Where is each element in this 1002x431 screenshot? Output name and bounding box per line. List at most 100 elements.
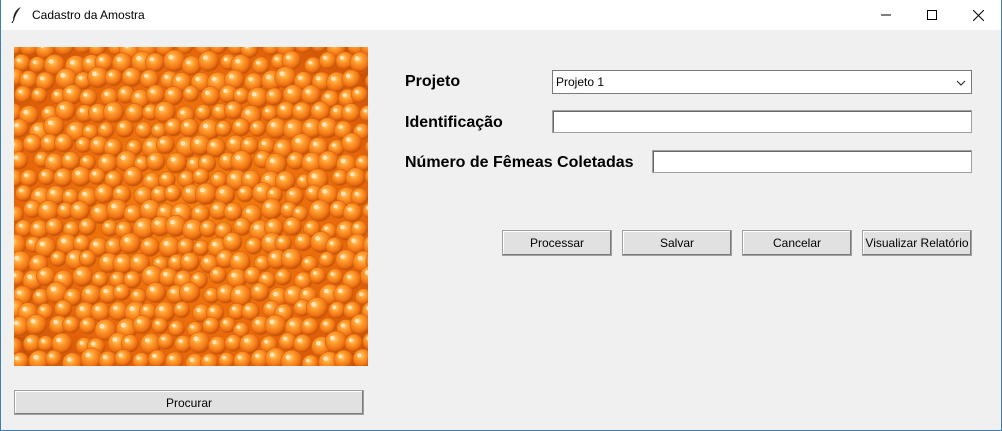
projeto-combobox[interactable]: Projeto 1 [552,70,972,94]
browse-button[interactable]: Procurar [14,390,364,415]
roe-egg-highlight [268,222,273,227]
roe-egg-highlight [129,107,134,112]
roe-egg [37,168,56,186]
roe-egg-highlight [212,340,217,345]
roe-egg-highlight [61,238,66,243]
roe-egg-highlight [158,106,164,111]
title-bar[interactable]: Cadastro da Amostra [1,0,1001,30]
roe-egg-highlight [129,306,135,311]
roe-egg-highlight [14,255,20,261]
roe-egg-highlight [325,94,330,98]
roe-egg-highlight [161,336,165,341]
roe-egg-highlight [245,109,250,115]
roe-egg-highlight [237,221,241,226]
roe-egg-highlight [181,174,186,178]
roe-egg-highlight [116,189,121,194]
roe-egg [209,266,227,284]
roe-egg-highlight [180,110,185,115]
roe-egg-highlight [27,204,32,208]
roe-egg [148,349,167,366]
roe-egg-highlight [183,122,189,127]
roe-egg-highlight [48,157,54,162]
roe-egg-highlight [171,258,176,262]
roe-egg-highlight [271,253,276,259]
maximize-button[interactable] [909,0,955,30]
roe-egg-highlight [50,190,55,195]
roe-egg-highlight [124,237,129,243]
roe-egg-highlight [296,106,301,111]
roe-egg-highlight [240,188,245,193]
roe-egg-highlight [57,274,63,279]
roe-egg-highlight [133,292,138,296]
roe-egg-highlight [28,239,33,244]
roe-egg [70,166,92,188]
roe-egg-highlight [228,74,234,79]
roe-egg-highlight [253,123,257,128]
roe-egg-highlight [302,290,307,295]
roe-egg-highlight [297,303,302,307]
roe-egg-highlight [189,159,194,164]
roe-egg-highlight [278,272,283,276]
close-button[interactable] [955,0,1001,30]
roe-egg [300,317,319,336]
roe-egg-highlight [199,187,205,193]
roe-egg-highlight [118,353,123,358]
roe-egg-highlight [287,89,292,94]
roe-egg-highlight [235,289,240,295]
roe-egg-highlight [53,319,58,325]
roe-egg-highlight [345,107,350,112]
roe-egg-highlight [146,176,151,181]
cancelar-button[interactable]: Cancelar [742,230,852,256]
roe-egg-highlight [41,172,46,176]
roe-egg-highlight [95,274,99,279]
roe-egg-highlight [163,272,168,277]
roe-egg [132,315,152,335]
roe-egg-highlight [221,355,226,360]
roe-egg-highlight [322,155,328,160]
roe-egg-highlight [278,307,283,312]
roe-egg-highlight [203,223,208,228]
roe-egg-highlight [287,221,292,226]
roe-egg-highlight [269,319,275,325]
roe-egg-highlight [75,170,80,176]
roe-egg-highlight [92,107,97,112]
roe-egg [324,330,348,354]
roe-egg-highlight [204,357,209,361]
visualizar-relatorio-button[interactable]: Visualizar Relatório [862,230,972,256]
roe-egg-highlight [262,275,266,279]
roe-egg-highlight [323,321,327,326]
roe-egg-highlight [245,306,250,311]
femeas-field[interactable] [652,150,972,173]
roe-egg-highlight [78,75,83,80]
roe-egg-highlight [266,304,271,308]
roe-egg-highlight [231,272,236,278]
roe-egg-highlight [82,253,87,258]
roe-egg-highlight [279,175,284,180]
roe-egg-highlight [229,139,235,144]
roe-egg-highlight [60,205,65,210]
roe-egg-highlight [54,91,58,96]
roe-egg-highlight [133,257,139,262]
roe-egg-highlight [196,243,200,247]
roe-egg-highlight [14,155,18,160]
roe-egg-highlight [323,356,328,361]
roe-egg-highlight [33,224,38,229]
roe-egg-highlight [256,60,260,65]
identificacao-label: Identificação [405,114,503,131]
roe-egg-highlight [338,354,343,359]
processar-button[interactable]: Processar [502,230,612,256]
roe-egg-highlight [234,256,239,261]
roe-egg-highlight [168,90,173,95]
roe-egg [37,335,55,353]
roe-egg-highlight [76,270,82,276]
minimize-button[interactable] [863,0,909,30]
roe-egg-highlight [104,223,109,228]
roe-egg-highlight [297,236,302,241]
roe-egg-highlight [85,352,91,358]
roe-egg-highlight [107,106,113,111]
salvar-button[interactable]: Salvar [622,230,732,256]
chevron-down-icon[interactable] [955,77,967,89]
roe-egg-highlight [306,122,311,128]
roe-egg-highlight [158,306,164,311]
identificacao-field[interactable] [552,110,972,133]
